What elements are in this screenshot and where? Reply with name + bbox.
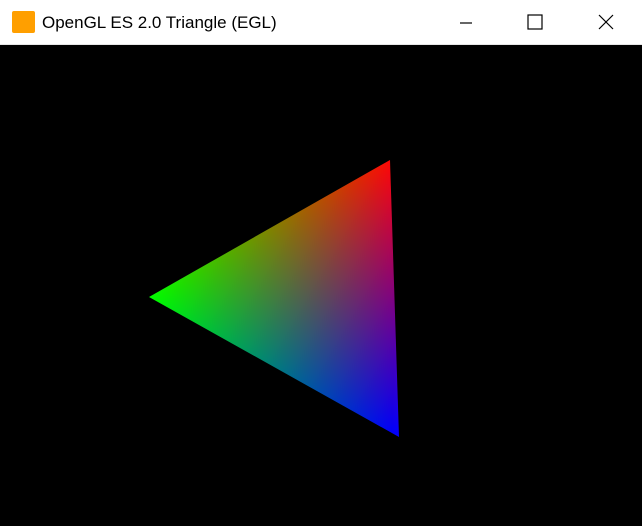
maximize-button[interactable] [500,0,570,45]
app-icon [12,11,35,33]
app-window: OpenGL ES 2.0 Triangle (EGL) [0,0,642,526]
maximize-icon [527,14,543,30]
minimize-button[interactable] [430,0,500,45]
title-bar[interactable]: OpenGL ES 2.0 Triangle (EGL) [0,0,642,45]
minimize-icon [460,22,472,24]
close-button[interactable] [571,0,641,45]
close-icon [598,14,614,30]
window-title: OpenGL ES 2.0 Triangle (EGL) [42,13,277,32]
triangle-scene [0,45,642,526]
render-canvas[interactable] [0,45,642,526]
